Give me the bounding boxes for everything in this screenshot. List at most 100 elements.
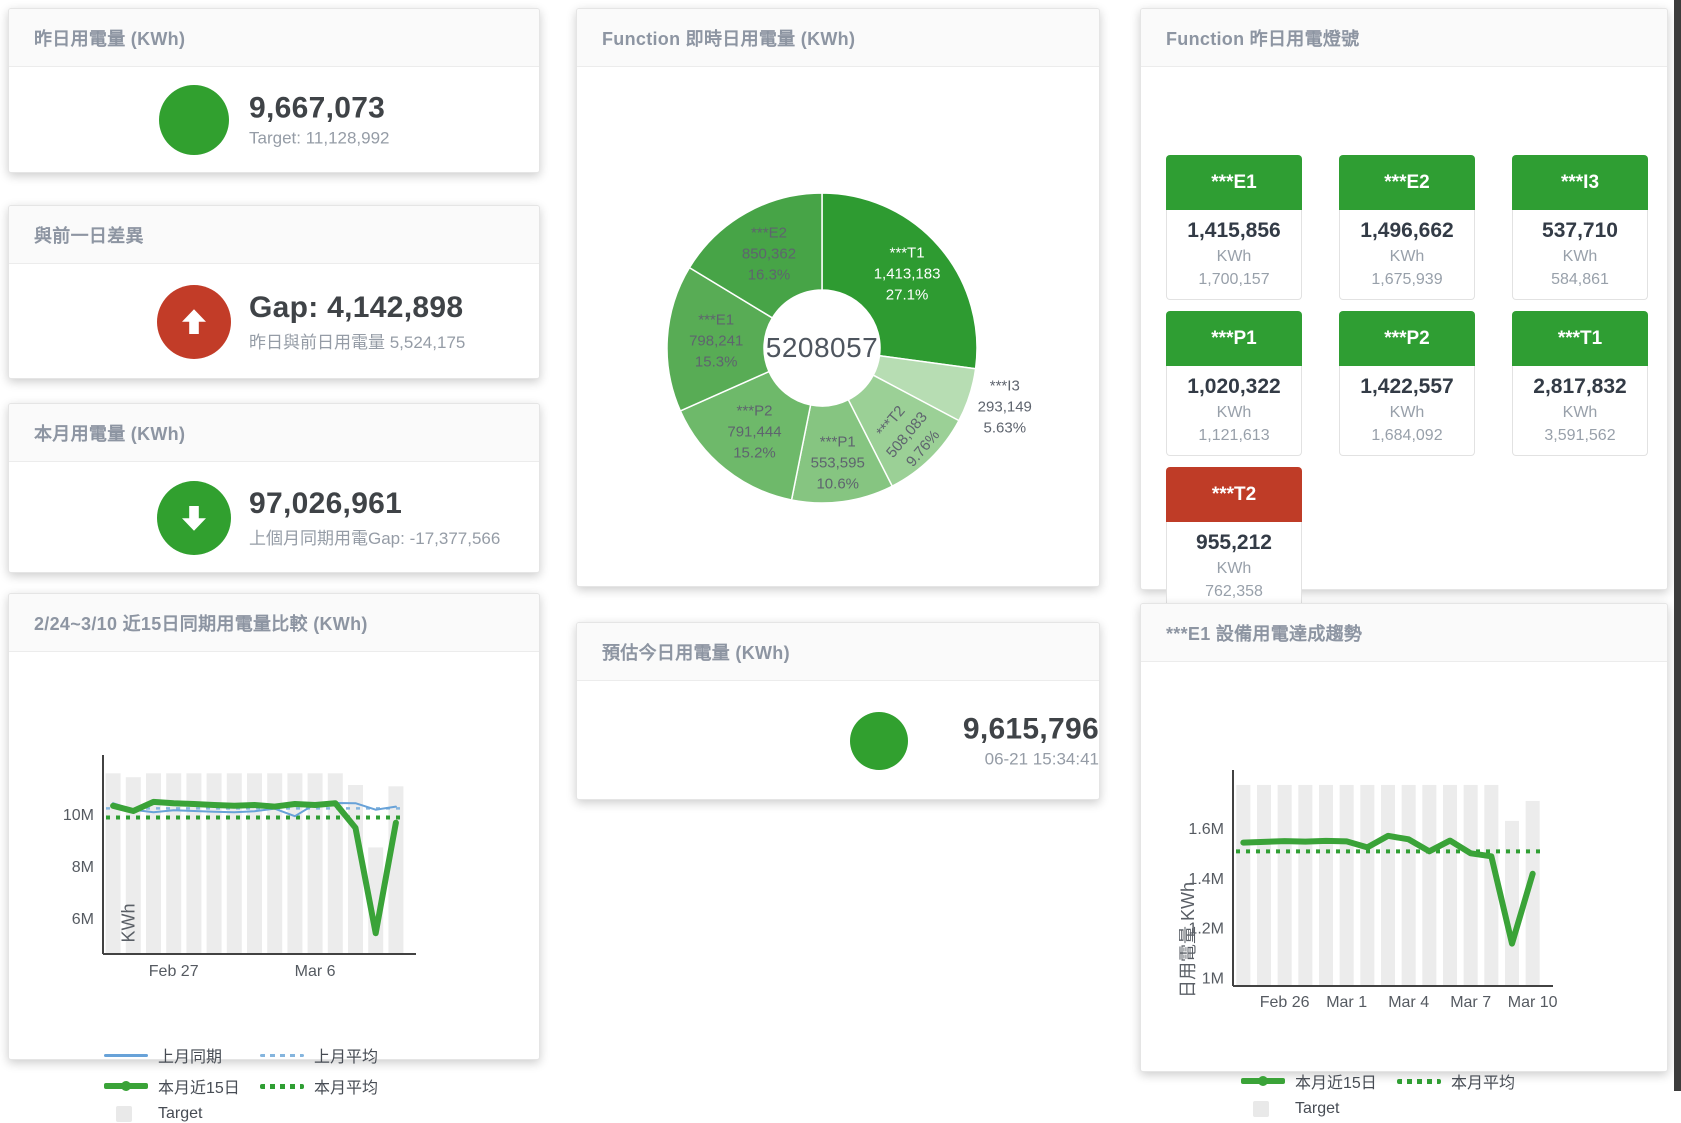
panel-title: 與前一日差異: [34, 222, 144, 248]
donut-svg[interactable]: [577, 9, 1101, 588]
panel-title: 2/24~3/10 近15日同期用電量比較 (KWh): [34, 610, 368, 636]
target-bar[interactable]: [1257, 785, 1271, 986]
target-bar[interactable]: [1319, 785, 1333, 986]
legend-label[interactable]: 本月近15日: [1295, 1069, 1387, 1093]
tile-value: 1,422,557: [1342, 375, 1472, 399]
tile-target: 3,591,562: [1515, 427, 1645, 445]
status-circle-icon: [850, 712, 908, 770]
tile-unit: KWh: [1169, 560, 1299, 578]
target-bar[interactable]: [1402, 785, 1416, 986]
light-tile-p2[interactable]: ***P2 1,422,557 KWh 1,684,092: [1339, 311, 1475, 456]
legend-label[interactable]: Target: [1295, 1100, 1387, 1118]
panel-day-gap: 與前一日差異 Gap: 4,142,898 昨日與前日用電量 5,524,175: [8, 205, 540, 379]
y-tick-label: 10M: [63, 807, 94, 824]
donut-chart[interactable]: 5208057 ***T11,413,18327.1%***I3293,1495…: [577, 9, 1099, 586]
trend-svg[interactable]: 1M1.2M1.4M1.6MFeb 26Mar 1Mar 4Mar 7Mar 1…: [1141, 663, 1669, 1073]
light-tile-t1[interactable]: ***T1 2,817,832 KWh 3,591,562: [1512, 311, 1648, 456]
legend-dotted-swatch[interactable]: [260, 1054, 304, 1057]
compare-chart[interactable]: 6M8M10MFeb 27Mar 6: [9, 653, 539, 1059]
legend-box-swatch[interactable]: [116, 1106, 132, 1122]
stat-block: 9,667,073 Target: 11,128,992: [249, 92, 390, 149]
y-tick-label: 1M: [1202, 971, 1224, 988]
legend-label[interactable]: 本月平均: [314, 1074, 378, 1098]
tile-target: 762,358: [1169, 583, 1299, 601]
legend-label[interactable]: 上月同期: [158, 1043, 250, 1067]
tile-value: 2,817,832: [1515, 375, 1645, 399]
panel-header: Function 昨日用電燈號: [1141, 9, 1667, 67]
light-tile-p1[interactable]: ***P1 1,020,322 KWh 1,121,613: [1166, 311, 1302, 456]
tile-target: 1,684,092: [1342, 427, 1472, 445]
legend-label[interactable]: Target: [158, 1105, 250, 1123]
panel-yesterday-usage: 昨日用電量 (KWh) 9,667,073 Target: 11,128,992: [8, 8, 540, 173]
target-bar[interactable]: [1340, 785, 1354, 986]
x-tick-label: Feb 26: [1260, 994, 1310, 1011]
target-bar[interactable]: [388, 786, 403, 954]
legend-dotted-swatch[interactable]: [1397, 1079, 1441, 1084]
target-bar[interactable]: [1381, 785, 1395, 986]
target-bar[interactable]: [308, 773, 323, 954]
target-bar[interactable]: [1422, 785, 1436, 986]
tile-body: 2,817,832 KWh 3,591,562: [1512, 366, 1648, 456]
target-bar[interactable]: [287, 773, 302, 954]
target-bar[interactable]: [1443, 785, 1457, 986]
scrollbar[interactable]: [1674, 0, 1681, 1091]
panel-title: 預估今日用電量 (KWh): [602, 639, 790, 665]
tile-unit: KWh: [1169, 248, 1299, 266]
target-bar[interactable]: [267, 773, 282, 954]
tile-body: 1,020,322 KWh 1,121,613: [1166, 366, 1302, 456]
panel-e1-trend-chart: ***E1 設備用電達成趨勢 1M1.2M1.4M1.6MFeb 26Mar 1…: [1140, 603, 1668, 1072]
tile-target: 1,121,613: [1169, 427, 1299, 445]
tile-header: ***E2: [1339, 155, 1475, 210]
y-tick-label: 8M: [72, 859, 94, 876]
target-bar[interactable]: [207, 773, 222, 954]
target-bar[interactable]: [1360, 785, 1374, 986]
target-bar[interactable]: [247, 773, 262, 954]
tile-body: 955,212 KWh 762,358: [1166, 522, 1302, 612]
panel-month-usage: 本月用電量 (KWh) 97,026,961 上個月同期用電Gap: -17,3…: [8, 403, 540, 573]
target-bar[interactable]: [1505, 821, 1519, 986]
target-bar[interactable]: [227, 773, 242, 954]
legend-label[interactable]: 本月近15日: [158, 1074, 250, 1098]
tile-value: 1,020,322: [1169, 375, 1299, 399]
tile-value: 1,496,662: [1342, 219, 1472, 243]
tile-unit: KWh: [1515, 404, 1645, 422]
panel-title: Function 昨日用電燈號: [1166, 25, 1359, 51]
target-bar[interactable]: [1464, 785, 1478, 986]
legend-box-swatch[interactable]: [1253, 1101, 1269, 1117]
status-circle-icon: [159, 85, 229, 155]
y-axis-label: 日用電量 KWh: [1174, 882, 1200, 998]
legend-label[interactable]: 上月平均: [314, 1043, 378, 1067]
panel-body: ***E1 1,415,856 KWh 1,700,157 ***E2 1,49…: [1141, 68, 1667, 589]
stat-subtext: 昨日與前日用電量 5,524,175: [249, 328, 465, 353]
panel-title: ***E1 設備用電達成趨勢: [1166, 620, 1362, 646]
tile-unit: KWh: [1342, 404, 1472, 422]
tile-header: ***T2: [1166, 467, 1302, 522]
legend-line-swatch[interactable]: [1241, 1078, 1285, 1084]
light-tile-t2[interactable]: ***T2 955,212 KWh 762,358: [1166, 467, 1302, 612]
x-tick-label: Mar 10: [1508, 994, 1558, 1011]
legend-line-swatch[interactable]: [104, 1054, 148, 1057]
light-tile-e1[interactable]: ***E1 1,415,856 KWh 1,700,157: [1166, 155, 1302, 300]
stat-subtext: Target: 11,128,992: [249, 129, 390, 149]
trend-chart[interactable]: 1M1.2M1.4M1.6MFeb 26Mar 1Mar 4Mar 7Mar 1…: [1141, 663, 1667, 1071]
legend-line-swatch[interactable]: [104, 1083, 148, 1089]
target-bar[interactable]: [1278, 785, 1292, 986]
target-bar[interactable]: [1298, 785, 1312, 986]
y-tick-label: 6M: [72, 911, 94, 928]
legend-dotted-swatch[interactable]: [260, 1084, 304, 1089]
target-bar[interactable]: [1236, 785, 1250, 986]
target-bar[interactable]: [186, 773, 201, 954]
tile-header: ***P2: [1339, 311, 1475, 366]
light-tile-i3[interactable]: ***I3 537,710 KWh 584,861: [1512, 155, 1648, 300]
panel-today-estimate: 預估今日用電量 (KWh) 9,615,796 06-21 15:34:41: [576, 622, 1100, 800]
compare-svg[interactable]: 6M8M10MFeb 27Mar 6: [9, 653, 541, 1061]
light-tile-e2[interactable]: ***E2 1,496,662 KWh 1,675,939: [1339, 155, 1475, 300]
tile-unit: KWh: [1169, 404, 1299, 422]
stat-block: 97,026,961 上個月同期用電Gap: -17,377,566: [249, 487, 500, 549]
tile-header: ***I3: [1512, 155, 1648, 210]
x-tick-label: Mar 7: [1450, 994, 1491, 1011]
tile-body: 1,496,662 KWh 1,675,939: [1339, 210, 1475, 300]
legend-label[interactable]: 本月平均: [1451, 1069, 1515, 1093]
tile-value: 537,710: [1515, 219, 1645, 243]
tile-target: 1,700,157: [1169, 271, 1299, 289]
